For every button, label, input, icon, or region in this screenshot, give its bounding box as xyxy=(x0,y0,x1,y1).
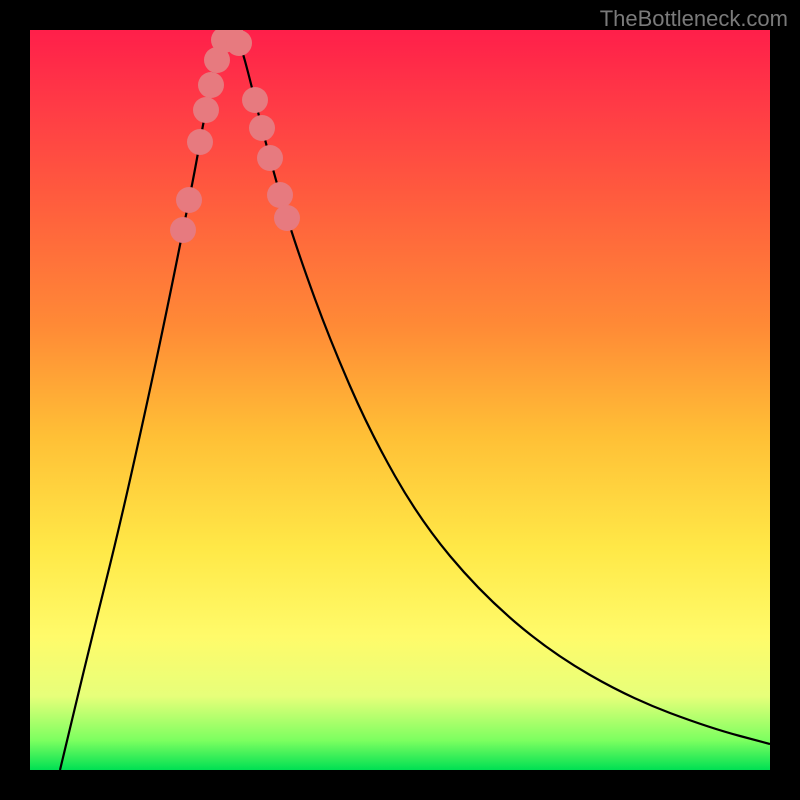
marker-group xyxy=(170,30,300,243)
marker-dot xyxy=(274,205,300,231)
marker-dot xyxy=(226,30,252,56)
marker-dot xyxy=(187,129,213,155)
marker-dot xyxy=(193,97,219,123)
marker-dot xyxy=(176,187,202,213)
markers-layer xyxy=(30,30,770,770)
marker-dot xyxy=(267,182,293,208)
marker-dot xyxy=(249,115,275,141)
marker-dot xyxy=(170,217,196,243)
marker-dot xyxy=(198,72,224,98)
chart-area xyxy=(30,30,770,770)
marker-dot xyxy=(242,87,268,113)
watermark-text: TheBottleneck.com xyxy=(600,6,788,32)
marker-dot xyxy=(257,145,283,171)
